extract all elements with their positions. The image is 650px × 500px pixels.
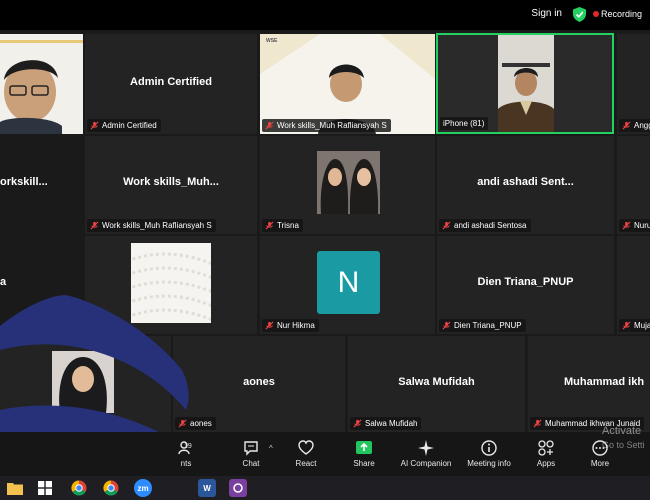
windows-activation-hint: Go to Setti (602, 440, 645, 450)
video-tile-pattern[interactable] (85, 236, 257, 334)
windows-activation-watermark: Activate (602, 425, 642, 437)
security-shield-icon[interactable] (573, 7, 586, 22)
video-tile-dien-triana[interactable]: Dien Triana_PNUP Dien Triana_PNUP (437, 236, 614, 334)
muted-mic-icon (90, 121, 99, 130)
muted-mic-icon (353, 419, 362, 428)
file-explorer-icon[interactable] (6, 479, 24, 497)
info-icon (481, 440, 497, 456)
presenter-logo: WSE (266, 38, 278, 44)
participant-video-iphone (498, 35, 554, 132)
heart-icon (298, 440, 314, 455)
chat-icon (244, 441, 258, 456)
video-tile-hijab-participant[interactable]: A (0, 336, 171, 432)
muted-mic-icon (265, 321, 274, 330)
ai-companion-button[interactable]: AI Companion (396, 436, 456, 474)
chrome-icon[interactable] (70, 479, 88, 497)
meeting-info-button[interactable]: Meeting info (459, 436, 519, 474)
participant-name-label: Work skills_Muh Rafliansyah S (87, 219, 216, 232)
participant-name-label: Dien Triana_PNUP (439, 319, 526, 332)
zoom-app-icon[interactable]: zm (134, 479, 152, 497)
apps-button[interactable]: Apps (516, 436, 576, 474)
muted-mic-icon (265, 221, 274, 230)
participant-initial-avatar: N (317, 251, 380, 314)
word-app-icon[interactable]: W (198, 479, 216, 497)
share-screen-icon (356, 441, 372, 454)
video-tile-angg[interactable]: Angg (617, 34, 650, 134)
top-bar: Sign in Recording (0, 0, 650, 30)
participants-count-badge: 19 (184, 443, 192, 450)
chat-options-caret[interactable]: ^ (269, 444, 273, 453)
video-tile-nur-hikma[interactable]: N Nur Hikma (260, 236, 435, 334)
muted-mic-icon (442, 321, 451, 330)
muted-mic-icon (622, 221, 631, 230)
windows-taskbar: zm W (0, 476, 650, 500)
participant-display-name: Dien Triana_PNUP (477, 276, 574, 288)
participant-name-label: Admin Certified (87, 119, 161, 132)
participant-name-label: Nur Hikma (262, 319, 319, 332)
participant-name-label: Angg (619, 119, 650, 132)
video-tile-admin-certified[interactable] (0, 34, 83, 134)
muted-mic-icon (90, 221, 99, 230)
participant-display-name: andi ashadi Sent... (477, 176, 574, 188)
apps-icon (538, 440, 554, 456)
participant-avatar-trisna (317, 151, 380, 214)
video-tile-aones[interactable]: aones aones (173, 336, 345, 432)
sign-in-link[interactable]: Sign in (531, 8, 562, 19)
video-tile-trisna[interactable]: Trisna (260, 136, 435, 234)
participant-name-label: Mujal (619, 319, 650, 332)
participant-display-name: Muhammad ikh (564, 376, 645, 388)
muted-mic-icon (622, 321, 631, 330)
video-gallery: Admin Certified Admin Certified WSE Work… (0, 30, 650, 432)
muted-mic-icon (533, 419, 542, 428)
video-tile-mujal[interactable]: Mujal (617, 236, 650, 334)
sparkle-icon (418, 440, 434, 456)
recording-dot-icon (593, 11, 599, 17)
video-tile-andi-ashadi[interactable]: andi ashadi Sent... andi ashadi Sentosa (437, 136, 614, 234)
participant-avatar-pattern (131, 243, 211, 323)
video-tile-salwa-mufidah[interactable]: Salwa Mufidah Salwa Mufidah (348, 336, 525, 432)
participant-display-name: Salwa Mufidah (398, 376, 475, 388)
participant-display-name: Admin Certified (130, 76, 212, 88)
participant-display-name: Work skills_Muh... (123, 176, 219, 188)
participant-name-label: Salwa Mufidah (350, 417, 422, 430)
participant-display-name-edge: orkskill... (0, 176, 48, 188)
participant-name-label: andi ashadi Sentosa (439, 219, 531, 232)
share-screen-button[interactable]: Share (334, 436, 394, 474)
muted-mic-icon (622, 121, 631, 130)
recording-label[interactable]: Recording (601, 9, 642, 19)
muted-mic-icon (178, 419, 187, 428)
participant-video-admin (0, 34, 83, 134)
participant-name-label: Work skills_Muh Rafliansyah S (262, 119, 391, 132)
participant-avatar-hijab (52, 351, 114, 413)
participant-name-label: Trisna (262, 219, 303, 232)
participants-button[interactable]: nts (156, 436, 216, 474)
video-tile-admin-certified-name[interactable]: Admin Certified Admin Certified (85, 34, 257, 134)
participant-name-label: aones (175, 417, 216, 430)
video-tile-muhammad-ikhwan[interactable]: Muhammad ikh Muhammad ikhwan Junaid (528, 336, 650, 432)
muted-mic-icon (265, 121, 274, 130)
app-icon-purple[interactable] (229, 479, 247, 497)
zoom-meeting-window: Sign in Recording Admin Certified Admin … (0, 0, 650, 500)
windows-start-icon[interactable] (36, 479, 54, 497)
participant-display-name-edge: a (0, 276, 7, 288)
participant-display-name: aones (243, 376, 275, 388)
video-tile-work-skills-2[interactable]: Work skills_Muh... Work skills_Muh Rafli… (85, 136, 257, 234)
meeting-toolbar: nts Chat ^ React Share AI Companion Meet… (0, 432, 650, 476)
chrome-profile-icon[interactable] (102, 479, 120, 497)
react-button[interactable]: React (276, 436, 336, 474)
video-tile-work-skills-presenter[interactable]: WSE Work skills_Muh Rafliansyah S (260, 34, 435, 134)
chat-button[interactable]: Chat (221, 436, 281, 474)
video-tile-iphone-81-active-speaker[interactable]: iPhone (81) (436, 33, 614, 134)
participant-name-label: iPhone (81) (440, 117, 489, 130)
video-tile-nurul[interactable]: Nurul (617, 136, 650, 234)
participant-name-label: Nurul (619, 219, 650, 232)
muted-mic-icon (442, 221, 451, 230)
participant-name-label: A (2, 417, 15, 430)
